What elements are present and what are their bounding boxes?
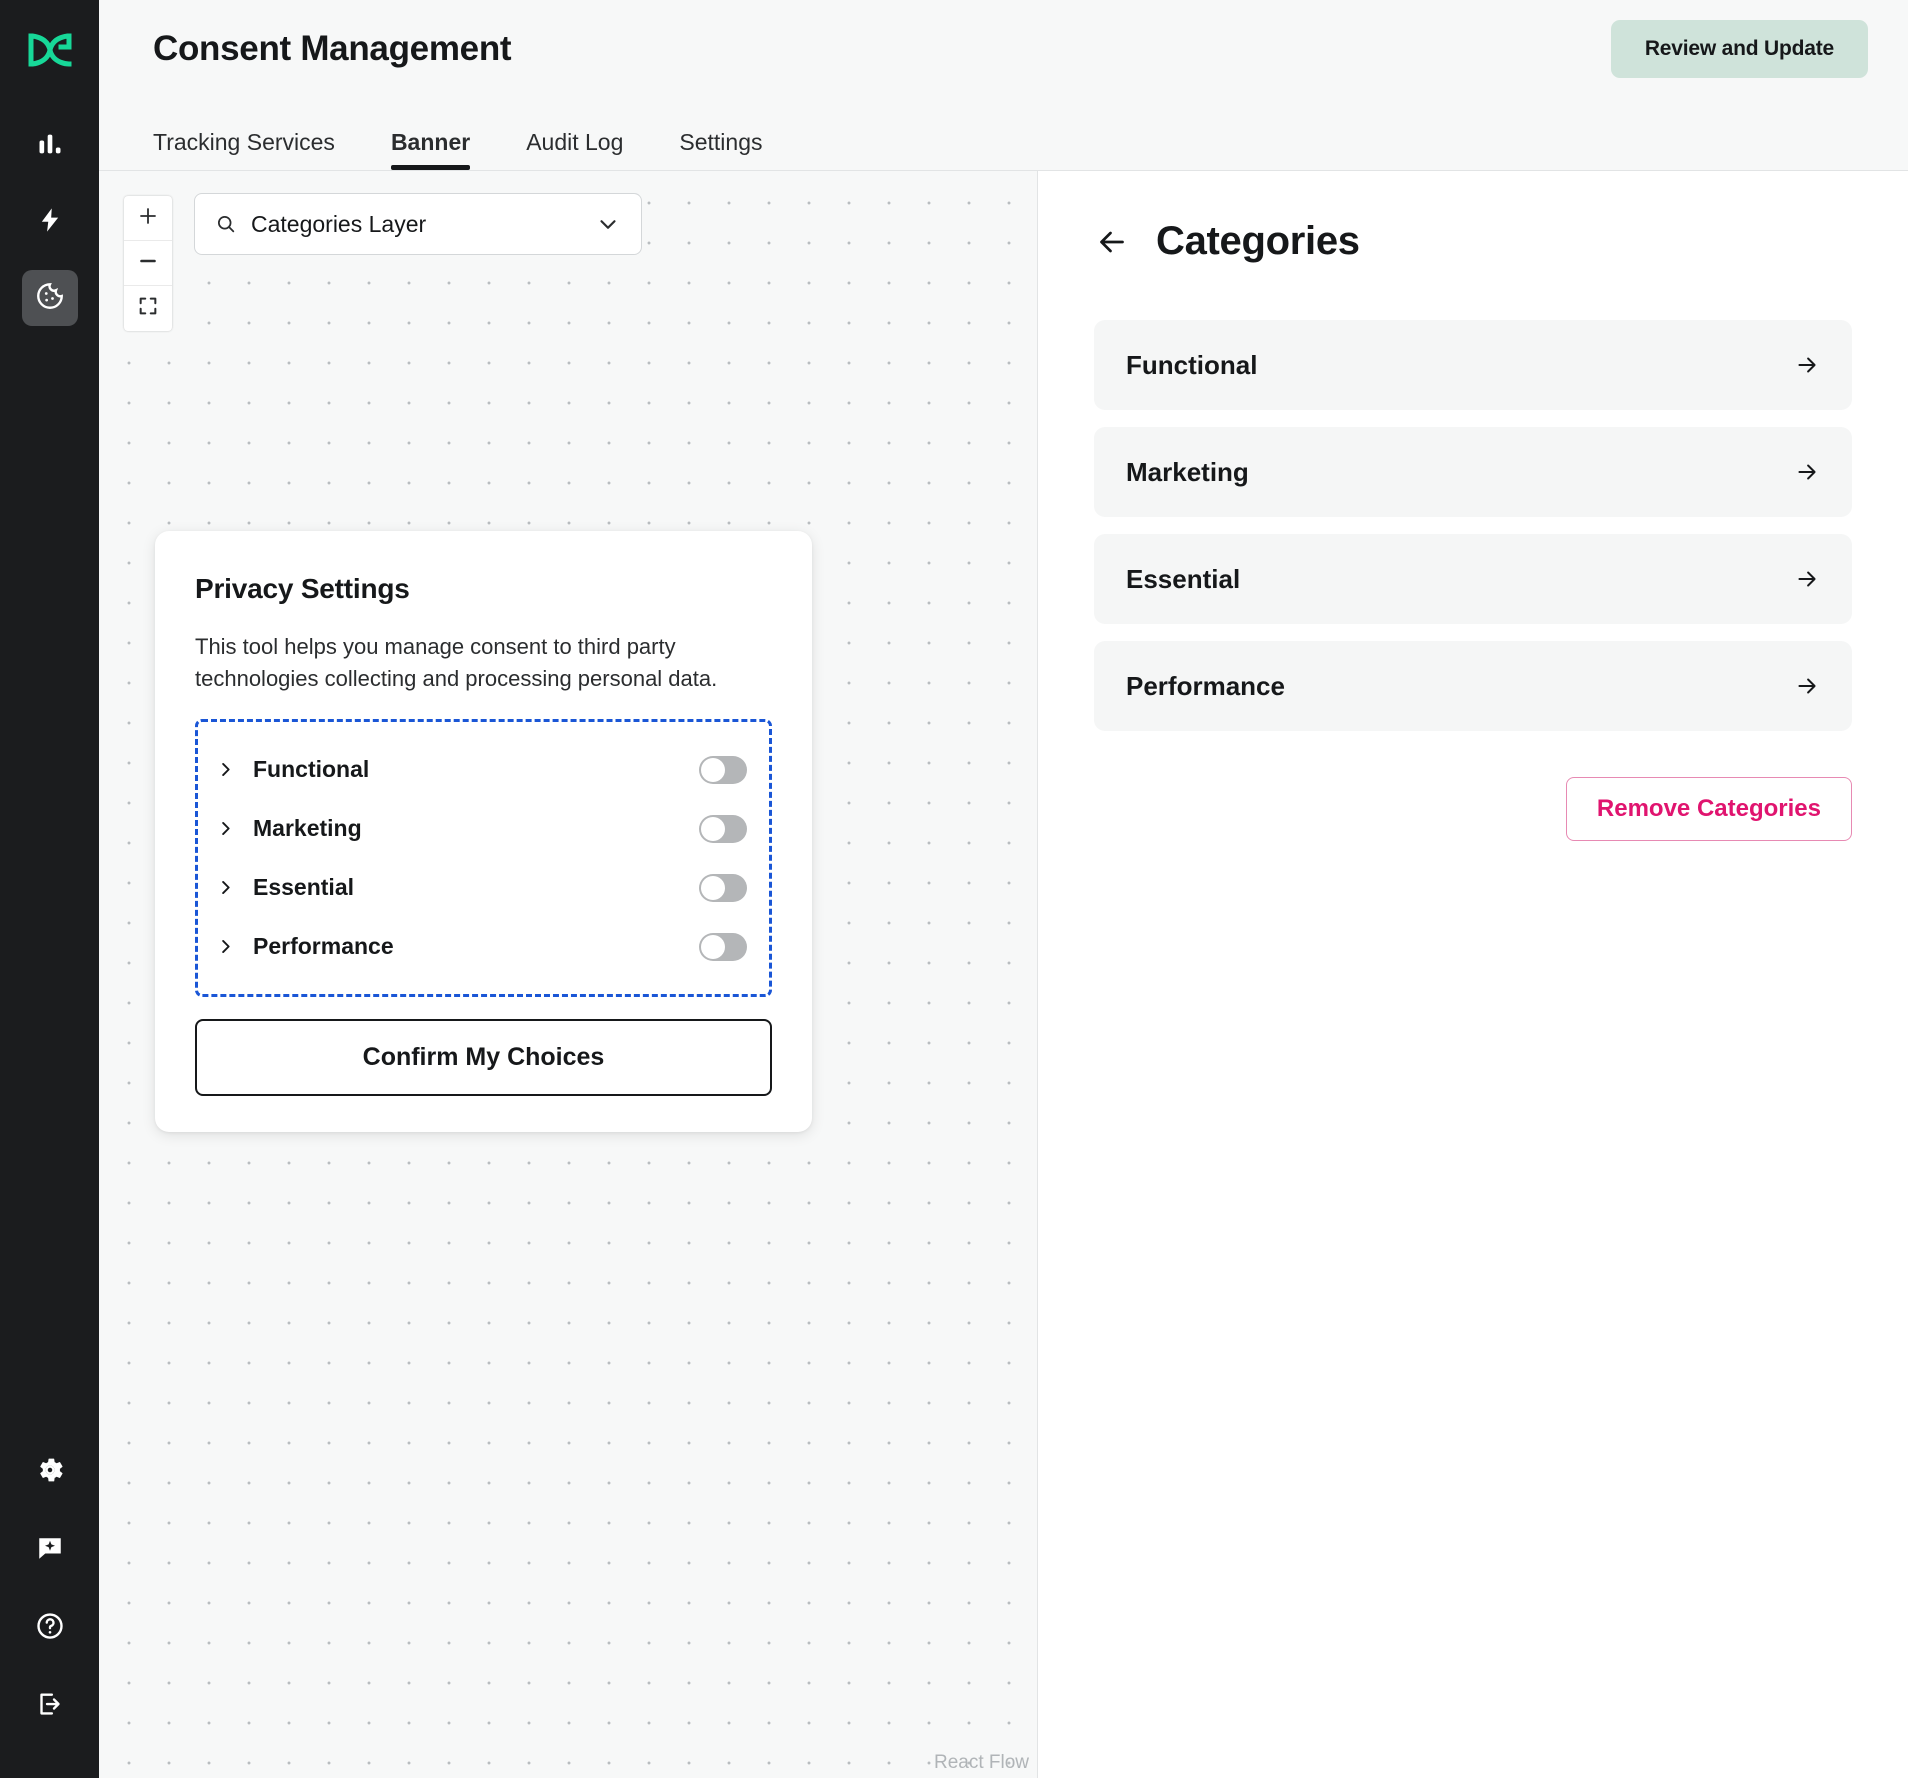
banner-category-row[interactable]: Marketing	[216, 799, 747, 858]
dg-logo-icon[interactable]	[22, 26, 78, 74]
panel-category-label: Functional	[1126, 349, 1258, 380]
chevron-down-icon[interactable]	[595, 211, 621, 237]
rail-bottom-group	[0, 1444, 99, 1734]
arrow-right-icon	[1794, 352, 1820, 378]
zoom-out-button[interactable]	[124, 241, 172, 286]
bar-chart-icon	[36, 130, 64, 163]
panel-category-label: Marketing	[1126, 456, 1249, 487]
arrow-right-icon	[1794, 459, 1820, 485]
banner-category-left: Marketing	[216, 815, 699, 842]
tab-audit-log[interactable]: Audit Log	[526, 129, 623, 170]
sidebar-item-help[interactable]	[22, 1600, 78, 1656]
layer-select[interactable]: Categories Layer	[194, 193, 642, 255]
zoom-in-button[interactable]	[124, 196, 172, 241]
plus-icon	[136, 204, 160, 233]
banner-category-label: Performance	[253, 933, 394, 960]
logout-icon	[35, 1689, 65, 1724]
panel-category-label: Essential	[1126, 563, 1241, 594]
layer-select-value: Categories Layer	[251, 210, 427, 237]
main-area: Consent Management Review and Update Tra…	[99, 0, 1908, 1778]
panel-header: Categories	[1094, 219, 1852, 264]
banner-category-left: Performance	[216, 933, 699, 960]
banner-category-toggle[interactable]	[699, 932, 747, 961]
confirm-my-choices-button[interactable]: Confirm My Choices	[195, 1019, 772, 1097]
panel-title: Categories	[1156, 219, 1360, 263]
gear-icon	[35, 1455, 65, 1490]
sidebar-item-automations[interactable]	[22, 194, 78, 250]
page-title: Consent Management	[153, 29, 512, 68]
panel-category-functional[interactable]: Functional	[1094, 320, 1852, 410]
search-icon	[215, 213, 237, 235]
panel-category-essential[interactable]: Essential	[1094, 534, 1852, 624]
categories-panel: Categories Functional Marketing Essentia…	[1038, 171, 1908, 1778]
fit-view-icon	[137, 295, 159, 322]
review-and-update-button[interactable]: Review and Update	[1610, 20, 1868, 78]
banner-category-row[interactable]: Essential	[216, 858, 747, 917]
banner-preview-card[interactable]: Privacy Settings This tool helps you man…	[155, 531, 812, 1133]
tab-tracking-services[interactable]: Tracking Services	[153, 129, 335, 170]
banner-category-label: Functional	[253, 756, 370, 783]
arrow-right-icon	[1794, 673, 1820, 699]
body-split: Categories Layer Privacy Settings This t…	[99, 171, 1908, 1778]
help-circle-icon	[35, 1611, 65, 1646]
header-top-row: Consent Management Review and Update	[153, 0, 1868, 98]
panel-category-label: Performance	[1126, 670, 1285, 701]
chevron-right-icon[interactable]	[216, 819, 235, 838]
banner-category-toggle[interactable]	[699, 873, 747, 902]
remove-categories-button[interactable]: Remove Categories	[1565, 777, 1852, 841]
sidebar-item-consent[interactable]	[21, 270, 78, 326]
sidebar-item-settings[interactable]	[22, 1444, 78, 1500]
sidebar-item-logout[interactable]	[22, 1678, 78, 1734]
chevron-right-icon[interactable]	[216, 878, 235, 897]
sidebar-item-assistant[interactable]	[22, 1522, 78, 1578]
tab-banner[interactable]: Banner	[390, 129, 471, 170]
panel-actions: Remove Categories	[1094, 777, 1852, 841]
panel-category-marketing[interactable]: Marketing	[1094, 427, 1852, 517]
left-nav-rail	[0, 0, 99, 1778]
tab-settings[interactable]: Settings	[679, 129, 762, 170]
banner-category-label: Marketing	[253, 815, 362, 842]
banner-category-label: Essential	[253, 874, 354, 901]
react-flow-attribution[interactable]: React Flow	[934, 1752, 1029, 1774]
fit-view-button[interactable]	[124, 286, 172, 331]
banner-category-row[interactable]: Performance	[216, 917, 747, 976]
chevron-right-icon[interactable]	[216, 760, 235, 779]
arrow-right-icon	[1794, 566, 1820, 592]
flow-canvas[interactable]: Categories Layer Privacy Settings This t…	[99, 171, 1038, 1778]
banner-category-left: Functional	[216, 756, 699, 783]
sidebar-item-analytics[interactable]	[22, 118, 78, 174]
tab-bar: Tracking Services Banner Audit Log Setti…	[153, 98, 1868, 170]
minus-icon	[136, 249, 160, 278]
chat-sparkle-icon	[35, 1533, 65, 1568]
lightning-bolt-icon	[36, 206, 64, 239]
banner-category-toggle[interactable]	[699, 814, 747, 843]
banner-category-toggle[interactable]	[699, 755, 747, 784]
chevron-right-icon[interactable]	[216, 937, 235, 956]
banner-title: Privacy Settings	[195, 573, 410, 604]
panel-category-performance[interactable]: Performance	[1094, 641, 1852, 731]
arrow-left-icon[interactable]	[1094, 224, 1130, 260]
banner-description: This tool helps you manage consent to th…	[195, 634, 718, 692]
consent-management-app: Consent Management Review and Update Tra…	[0, 0, 1908, 1778]
page-header: Consent Management Review and Update Tra…	[99, 0, 1908, 171]
banner-category-left: Essential	[216, 874, 699, 901]
cookie-icon	[35, 281, 65, 316]
banner-category-row[interactable]: Functional	[216, 740, 747, 799]
banner-categories-group[interactable]: Functional Marketing Essential Performan…	[195, 719, 772, 998]
zoom-controls	[124, 196, 172, 331]
